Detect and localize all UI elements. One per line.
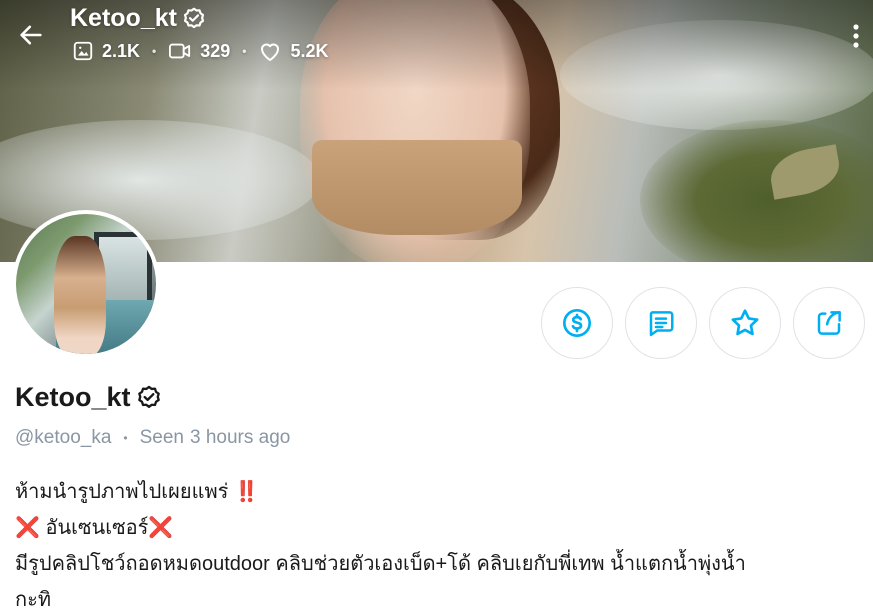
verified-badge-icon [183, 7, 205, 28]
cross-mark-icon: ❌ [148, 517, 174, 539]
stat-separator: • [242, 44, 247, 58]
message-icon [649, 311, 674, 337]
arrow-left-icon [20, 25, 42, 45]
header-profile-name: Ketoo_kt [70, 4, 207, 33]
back-button[interactable] [12, 16, 50, 54]
share-button[interactable] [793, 287, 865, 359]
header-stats: 2.1K • 329 • 5.2K [72, 40, 329, 62]
video-camera-icon [169, 43, 191, 59]
heart-icon [261, 43, 280, 61]
profile-bio: ห้ามนำรูปภาพไปเผยแพร่ ‼️ ❌ อันเซนเซอร์❌ … [15, 474, 865, 612]
profile-handle: @ketoo_ka [15, 427, 112, 448]
favorite-button[interactable] [709, 287, 781, 359]
header-bar: Ketoo_kt 2.1K • 329 • 5.2K [0, 0, 873, 80]
avatar-image [16, 214, 156, 354]
likes-count-value: 5.2K [290, 40, 329, 61]
message-button[interactable] [625, 287, 697, 359]
share-icon [817, 311, 841, 335]
bio-text: ห้ามนำรูปภาพไปเผยแพร่ [15, 481, 234, 503]
bio-text: อันเซนเซอร์ [39, 517, 149, 539]
cross-mark-icon: ❌ [15, 517, 40, 539]
meta-separator: • [123, 431, 128, 445]
likes-count: 5.2K [258, 40, 329, 62]
more-options-button[interactable] [842, 18, 870, 54]
avatar[interactable] [12, 210, 160, 358]
bio-line: ห้ามนำรูปภาพไปเผยแพร่ ‼️ [15, 474, 865, 510]
photos-count-value: 2.1K [102, 40, 141, 61]
stat-separator: • [152, 44, 157, 58]
videos-count-value: 329 [200, 40, 231, 61]
double-exclamation-icon: ‼️ [233, 481, 259, 503]
dollar-circle-icon [563, 309, 591, 337]
profile-meta: @ketoo_ka • Seen 3 hours ago [15, 427, 290, 449]
bio-line: มีรูปคลิปโชว์ถอดหมดoutdoor คลิบช่วยตัวเอ… [15, 553, 746, 575]
header-name-text: Ketoo_kt [70, 4, 177, 32]
profile-actions [541, 287, 865, 359]
star-icon [731, 309, 759, 336]
photos-count: 2.1K [72, 40, 140, 62]
image-icon [73, 41, 93, 61]
more-vertical-icon [853, 24, 859, 48]
last-seen-label: Seen [139, 427, 184, 448]
tip-button[interactable] [541, 287, 613, 359]
bio-line: ❌ อันเซนเซอร์❌ [15, 510, 865, 546]
videos-count: 329 [168, 40, 230, 62]
bio-line: กะทิ [15, 589, 52, 611]
last-seen-time: 3 hours ago [189, 427, 291, 448]
verified-badge-icon [137, 385, 160, 408]
profile-name-text: Ketoo_kt [15, 382, 131, 412]
profile-name: Ketoo_kt [15, 382, 163, 413]
